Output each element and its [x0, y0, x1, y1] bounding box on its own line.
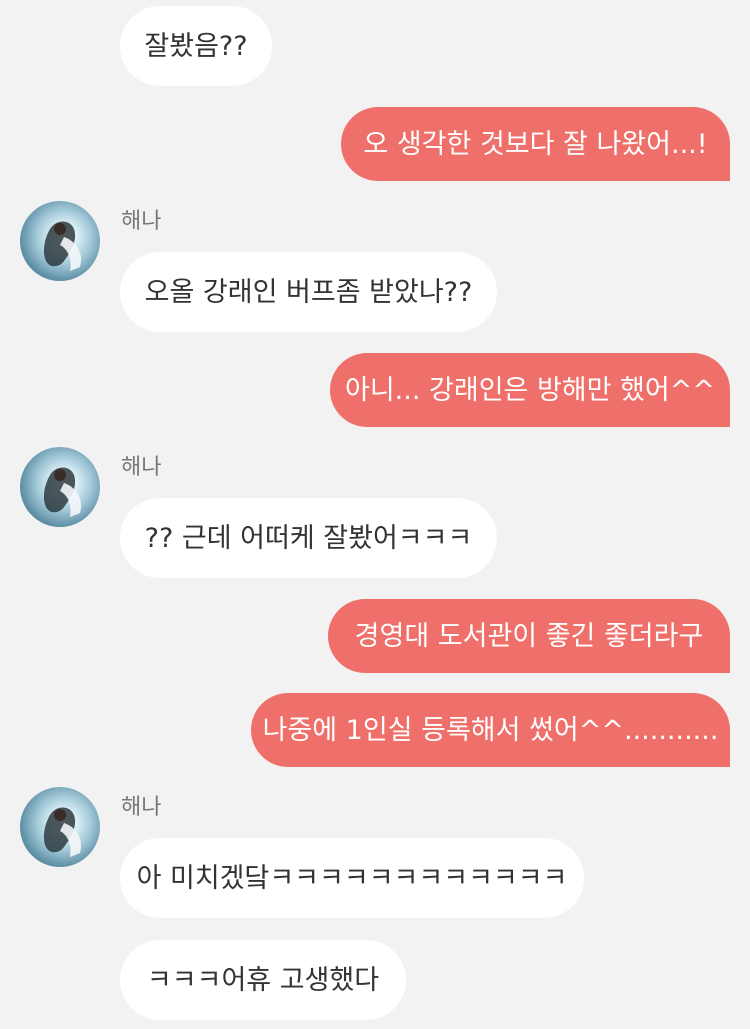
incoming-message-bubble[interactable]: 아 미치겠닼ㅋㅋㅋㅋㅋㅋㅋㅋㅋㅋㅋㅋ [120, 838, 584, 918]
avatar-photo-icon [43, 807, 82, 857]
sender-name: 해나 [121, 455, 162, 480]
message-text: 오 생각한 것보다 잘 나왔어...! [363, 128, 708, 160]
message-text: ㅋㅋㅋ어휴 고생했다 [146, 964, 380, 996]
message-text: 경영대 도서관이 좋긴 좋더라구 [354, 620, 704, 652]
contact-avatar[interactable] [20, 787, 100, 867]
message-text: 오올 강래인 버프좀 받았나?? [144, 276, 473, 308]
message-text: 아 미치겠닼ㅋㅋㅋㅋㅋㅋㅋㅋㅋㅋㅋㅋ [136, 862, 568, 894]
sender-name: 해나 [121, 209, 162, 234]
message-text: 나중에 1인실 등록해서 썼어^^........... [262, 714, 719, 746]
incoming-message-bubble[interactable]: 잘봤음?? [120, 6, 272, 86]
message-text: ?? 근데 어떠케 잘봤어ㅋㅋㅋ [144, 522, 473, 554]
incoming-message-bubble[interactable]: 오올 강래인 버프좀 받았나?? [120, 252, 497, 332]
incoming-message-bubble[interactable]: ?? 근데 어떠케 잘봤어ㅋㅋㅋ [120, 498, 497, 578]
message-text: 아니... 강래인은 방해만 했어^^ [345, 374, 715, 406]
avatar-photo-icon [43, 221, 82, 271]
incoming-message-bubble[interactable]: ㅋㅋㅋ어휴 고생했다 [120, 940, 406, 1020]
contact-avatar[interactable] [20, 447, 100, 527]
contact-avatar[interactable] [20, 201, 100, 281]
outgoing-message-bubble[interactable]: 오 생각한 것보다 잘 나왔어...! [341, 107, 730, 181]
message-text: 잘봤음?? [144, 30, 248, 62]
outgoing-message-bubble[interactable]: 경영대 도서관이 좋긴 좋더라구 [328, 599, 730, 673]
outgoing-message-bubble[interactable]: 나중에 1인실 등록해서 썼어^^........... [251, 693, 730, 767]
outgoing-message-bubble[interactable]: 아니... 강래인은 방해만 했어^^ [330, 353, 730, 427]
sender-name: 해나 [121, 795, 162, 820]
avatar-photo-icon [43, 467, 82, 517]
